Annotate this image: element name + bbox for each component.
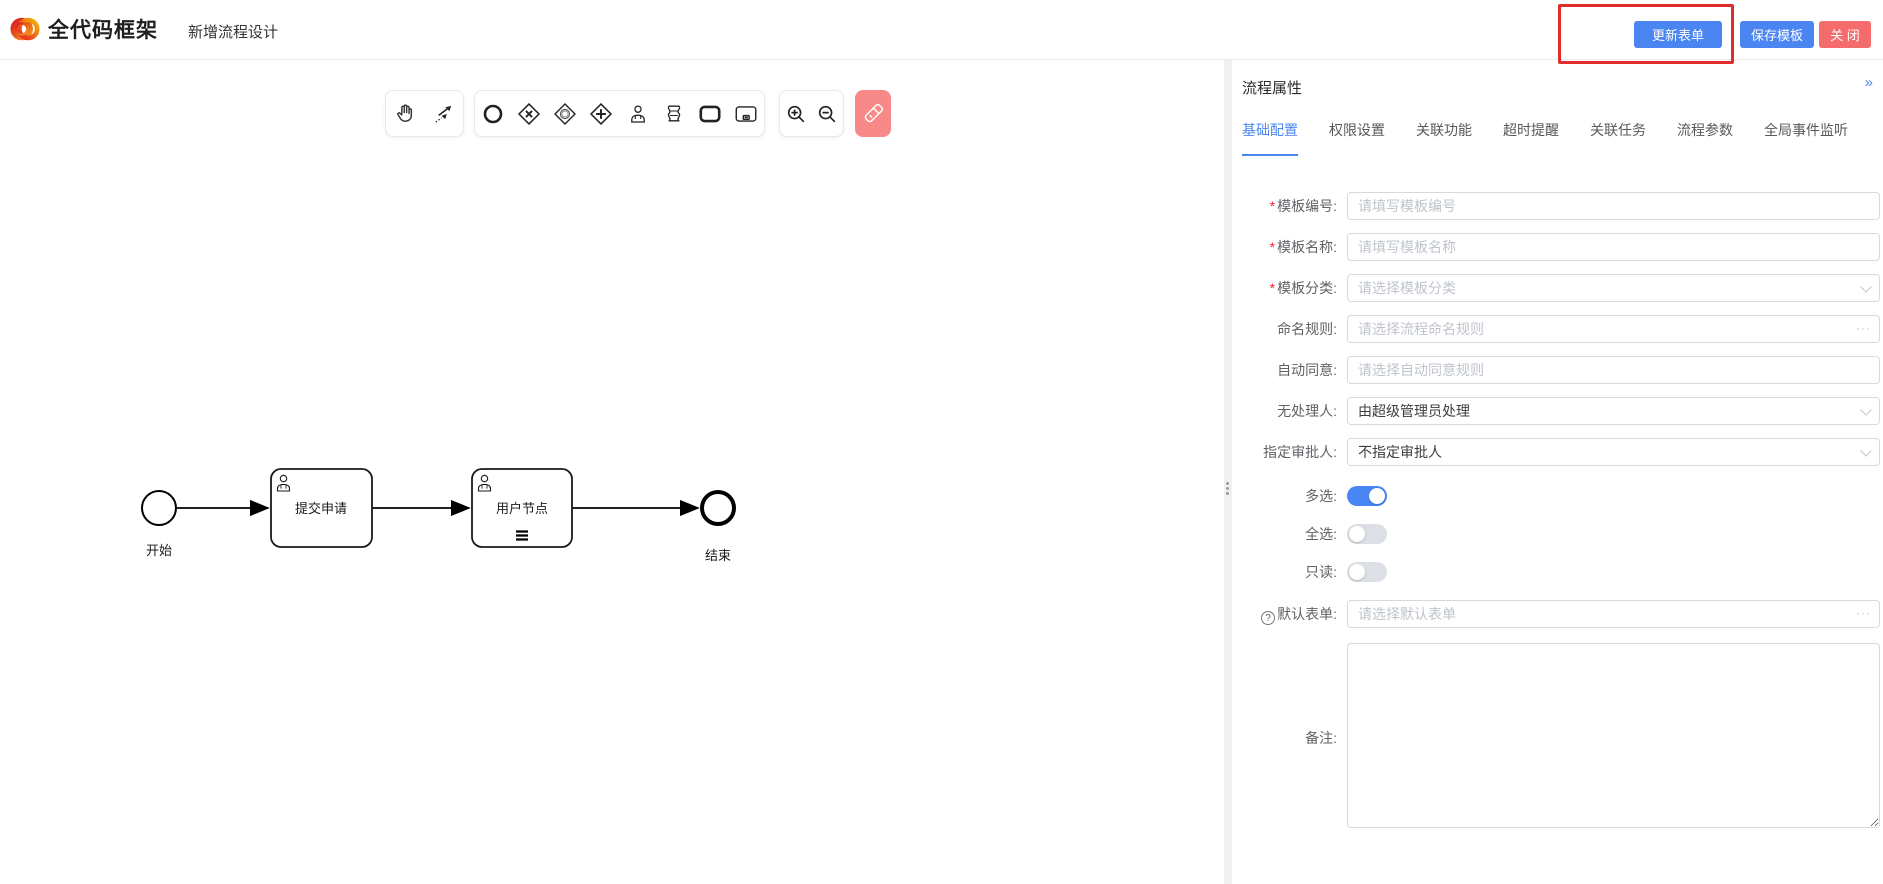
page-title: 新增流程设计 — [188, 21, 278, 42]
help-icon[interactable]: ? — [1261, 611, 1275, 625]
brand-logo-icon — [10, 14, 40, 44]
form-row-assigned-approver: 指定审批人: 不指定审批人 — [1232, 438, 1883, 466]
template-code-label: 模板编号: — [1277, 198, 1337, 214]
basic-config-form: *模板编号: *模板名称: *模板分类: 请选择模板分类 — [1232, 192, 1883, 846]
form-row-template-code: *模板编号: — [1232, 192, 1883, 220]
template-name-label: 模板名称: — [1277, 239, 1337, 255]
read-only-toggle[interactable] — [1347, 562, 1387, 582]
form-row-auto-agree: 自动同意: — [1232, 356, 1883, 384]
form-row-template-category: *模板分类: 请选择模板分类 — [1232, 274, 1883, 302]
multi-select-label: 多选: — [1305, 488, 1337, 504]
subprocess-icon[interactable] — [731, 97, 761, 131]
brand: 全代码框架 — [10, 14, 158, 44]
assigned-approver-label: 指定审批人: — [1263, 444, 1337, 460]
multi-select-toggle[interactable] — [1347, 486, 1387, 506]
auto-agree-label: 自动同意: — [1277, 362, 1337, 378]
end-event-node[interactable] — [702, 492, 734, 524]
update-form-button[interactable]: 更新表单 — [1634, 21, 1722, 48]
form-row-read-only: 只读: — [1232, 562, 1883, 582]
no-handler-label: 无处理人: — [1277, 403, 1337, 419]
task-node-submit[interactable]: 提交申请 — [271, 469, 372, 547]
toolbar-group-tools — [385, 90, 464, 137]
task2-label: 用户节点 — [496, 501, 548, 516]
form-row-remark: 备注: — [1232, 643, 1883, 833]
form-row-multi-select: 多选: — [1232, 486, 1883, 506]
form-row-naming-rule: 命名规则: 请选择流程命名规则 ··· — [1232, 315, 1883, 343]
start-event-label: 开始 — [146, 543, 172, 558]
auto-agree-input[interactable] — [1347, 356, 1880, 384]
panel-title: 流程属性 — [1242, 77, 1302, 98]
bpmn-diagram: 开始 提交申请 — [120, 380, 900, 580]
form-row-no-handler: 无处理人: 由超级管理员处理 — [1232, 397, 1883, 425]
default-form-label: 默认表单: — [1277, 606, 1337, 622]
exclusive-gateway-icon[interactable] — [514, 97, 544, 131]
zoom-out-icon[interactable] — [812, 97, 842, 131]
start-event-icon[interactable] — [478, 97, 508, 131]
template-code-input[interactable] — [1347, 192, 1880, 220]
start-event-node[interactable] — [142, 491, 176, 525]
read-only-label: 只读: — [1305, 564, 1337, 580]
tab-basic-config[interactable]: 基础配置 — [1242, 120, 1298, 156]
tab-related-tasks[interactable]: 关联任务 — [1590, 120, 1646, 156]
clear-canvas-button[interactable] — [855, 90, 891, 137]
required-mark: * — [1270, 239, 1275, 255]
close-button[interactable]: 关 闭 — [1819, 21, 1871, 48]
drag-dots-icon — [1226, 480, 1229, 497]
zoom-in-icon[interactable] — [781, 97, 811, 131]
user-task-icon[interactable] — [623, 97, 653, 131]
template-category-label: 模板分类: — [1277, 280, 1337, 296]
tab-permission-settings[interactable]: 权限设置 — [1329, 120, 1385, 156]
panel-tabs: 基础配置 权限设置 关联功能 超时提醒 关联任务 流程参数 全局事件监听 — [1242, 120, 1848, 156]
task-icon[interactable] — [695, 97, 725, 131]
form-row-select-all: 全选: — [1232, 524, 1883, 544]
no-handler-select[interactable]: 由超级管理员处理 — [1347, 397, 1880, 425]
tab-global-event-listener[interactable]: 全局事件监听 — [1764, 120, 1848, 156]
connect-tool-icon[interactable] — [429, 97, 459, 131]
form-row-default-form: ?默认表单: 请选择默认表单 ··· — [1232, 600, 1883, 628]
tab-related-functions[interactable]: 关联功能 — [1416, 120, 1472, 156]
form-row-template-name: *模板名称: — [1232, 233, 1883, 261]
brand-title: 全代码框架 — [48, 14, 158, 44]
save-template-button[interactable]: 保存模板 — [1740, 21, 1814, 48]
toolbar-group-shapes — [474, 90, 765, 137]
end-event-label: 结束 — [705, 548, 731, 563]
parallel-gateway-icon[interactable] — [586, 97, 616, 131]
required-mark: * — [1270, 198, 1275, 214]
event-gateway-icon[interactable] — [550, 97, 580, 131]
properties-panel: 流程属性 » 基础配置 权限设置 关联功能 超时提醒 关联任务 流程参数 全局事… — [1232, 60, 1883, 884]
clear-canvas-icon — [862, 103, 884, 125]
template-name-input[interactable] — [1347, 233, 1880, 261]
task-node-user[interactable]: 用户节点 — [472, 469, 572, 547]
panel-resize-handle[interactable] — [1224, 60, 1232, 884]
script-task-icon[interactable] — [659, 97, 689, 131]
task1-label: 提交申请 — [295, 501, 347, 516]
collapse-panel-icon[interactable]: » — [1865, 74, 1871, 91]
header: 全代码框架 新增流程设计 更新表单 保存模板 关 闭 — [0, 0, 1883, 60]
app-root: 全代码框架 新增流程设计 更新表单 保存模板 关 闭 — [0, 0, 1883, 884]
hand-tool-icon[interactable] — [390, 97, 420, 131]
select-all-toggle[interactable] — [1347, 524, 1387, 544]
remark-textarea[interactable] — [1347, 643, 1880, 828]
bpmn-canvas[interactable]: 开始 提交申请 — [0, 60, 1224, 884]
default-form-select[interactable]: 请选择默认表单 — [1347, 600, 1880, 628]
toolbar-group-zoom — [779, 90, 844, 137]
remark-label: 备注: — [1305, 730, 1337, 746]
assigned-approver-select[interactable]: 不指定审批人 — [1347, 438, 1880, 466]
body: 开始 提交申请 — [0, 60, 1883, 884]
naming-rule-label: 命名规则: — [1277, 321, 1337, 337]
select-all-label: 全选: — [1305, 526, 1337, 542]
canvas-toolbar — [385, 90, 891, 137]
required-mark: * — [1270, 280, 1275, 296]
tab-process-params[interactable]: 流程参数 — [1677, 120, 1733, 156]
tab-timeout-reminder[interactable]: 超时提醒 — [1503, 120, 1559, 156]
template-category-select[interactable]: 请选择模板分类 — [1347, 274, 1880, 302]
naming-rule-select[interactable]: 请选择流程命名规则 — [1347, 315, 1880, 343]
